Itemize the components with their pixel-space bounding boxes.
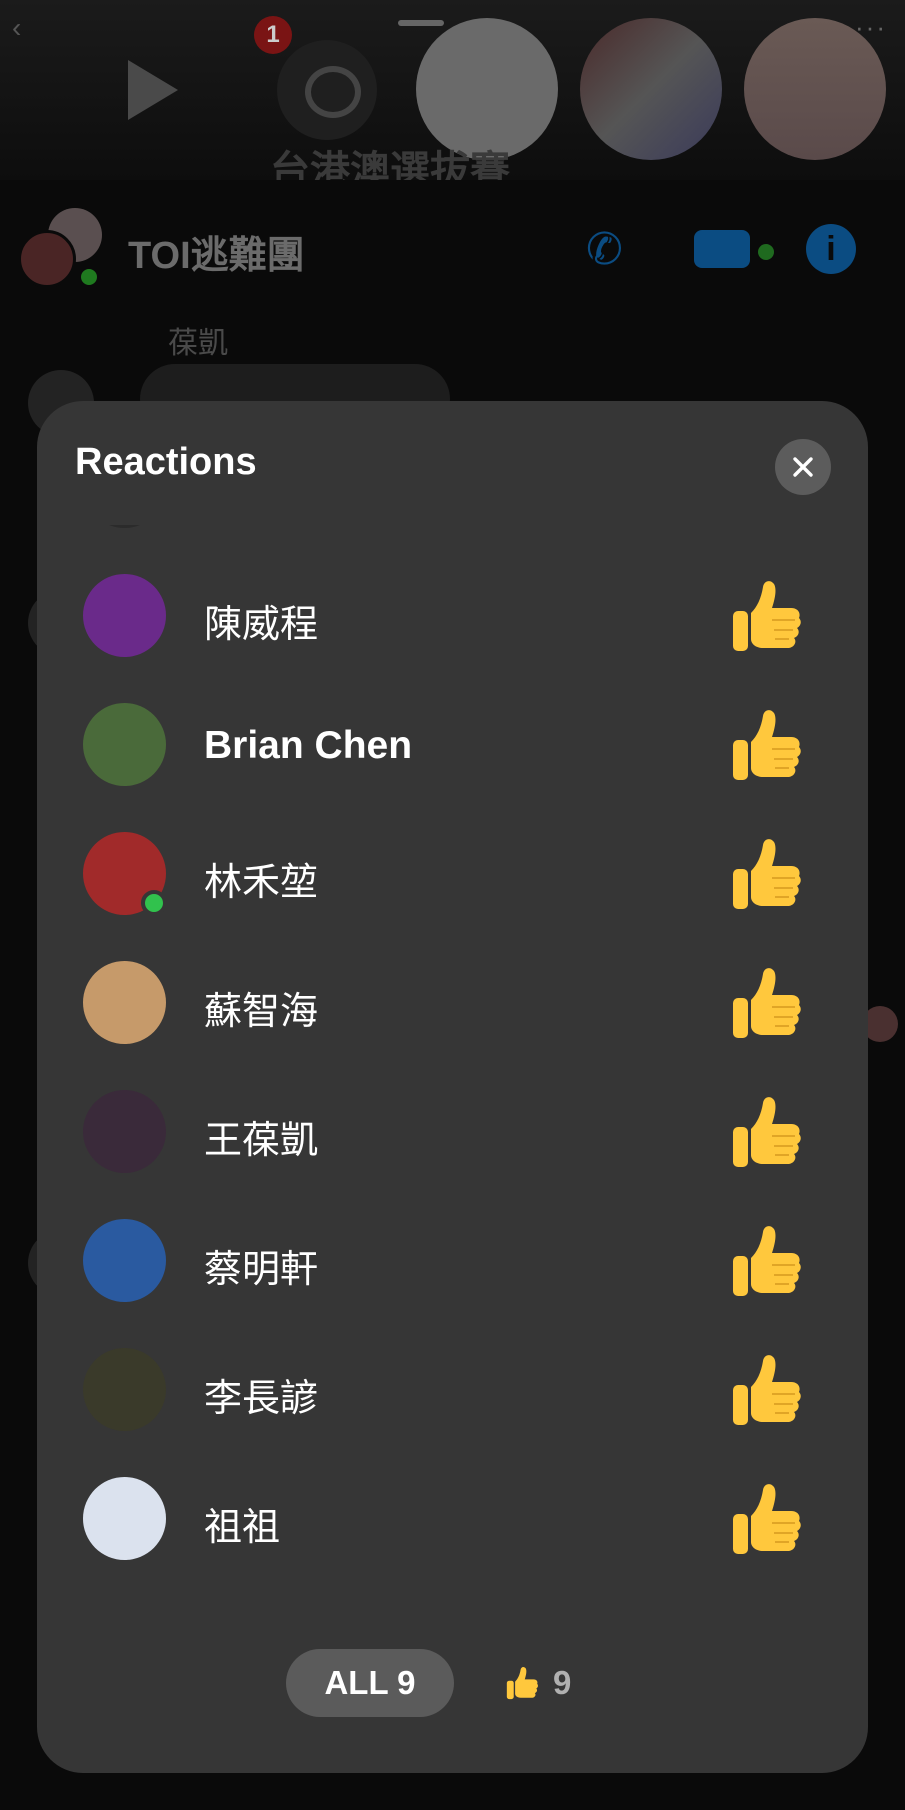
thumbs-up-icon	[733, 1097, 801, 1167]
thumbs-up-icon	[733, 710, 801, 780]
reactor-name: 祖祖	[204, 1505, 281, 1549]
back-arrow-icon: ‹	[12, 12, 22, 43]
reaction-row[interactable]: 曹宸睿	[37, 525, 868, 551]
thumbs-up-icon	[733, 839, 801, 909]
tab-all[interactable]: ALL 9	[286, 1649, 454, 1717]
close-button[interactable]	[775, 439, 831, 495]
profile-photo	[83, 1219, 166, 1302]
thumbs-up-count: 9	[553, 1664, 572, 1701]
notification-badge: 1	[254, 16, 292, 54]
messenger-icon	[277, 40, 377, 140]
tab-thumbs-up[interactable]: 9	[505, 1653, 571, 1713]
avatar[interactable]	[83, 703, 166, 786]
reaction-row[interactable]: 林禾堃	[37, 809, 868, 938]
chat-title: TOI逃難團	[128, 235, 305, 277]
avatar[interactable]	[83, 1348, 166, 1431]
avatar[interactable]	[83, 832, 167, 916]
reaction-row[interactable]: 王葆凱	[37, 1067, 868, 1196]
reaction-row[interactable]: 蔡明軒	[37, 1196, 868, 1325]
reaction-row[interactable]: 李長諺	[37, 1325, 868, 1454]
reactor-name: 王葆凱	[204, 1118, 319, 1162]
reactions-sheet: Reactions 曹宸睿 陳威程	[37, 401, 868, 1773]
profile-photo	[83, 703, 166, 786]
profile-photo	[83, 525, 166, 528]
avatar[interactable]	[83, 1090, 166, 1173]
profile-photo	[83, 1477, 166, 1560]
online-indicator	[141, 890, 167, 916]
reaction-row[interactable]: 祖祖	[37, 1454, 868, 1583]
avatar[interactable]	[83, 1477, 166, 1560]
reactions-list[interactable]: 曹宸睿 陳威程 Brian Chen	[37, 525, 868, 1623]
thumbs-up-icon	[733, 581, 801, 651]
close-icon	[793, 457, 813, 477]
reactor-name: 蔡明軒	[204, 1247, 319, 1291]
reactor-name: Brian Chen	[204, 724, 413, 767]
phone-icon: ✆	[586, 225, 623, 274]
online-indicator	[78, 266, 100, 288]
message-sender: 葆凱	[168, 327, 228, 360]
thumbs-up-icon	[729, 525, 803, 526]
background-stories-bar: ‹ 1 ··· 台港澳選拔賽	[0, 0, 905, 180]
thumbs-up-icon	[733, 1226, 801, 1296]
avatar[interactable]	[83, 961, 166, 1044]
reaction-row[interactable]: Brian Chen	[37, 680, 868, 809]
chat-header: TOI逃難團 ✆ i	[0, 190, 905, 310]
reactor-name: 陳威程	[204, 602, 319, 646]
avatar[interactable]	[83, 1219, 166, 1302]
reactor-name: 蘇智海	[204, 989, 319, 1033]
info-icon: i	[806, 224, 856, 274]
thumbs-up-icon	[733, 1484, 801, 1554]
drag-handle	[398, 20, 444, 26]
reactor-name: 李長諺	[204, 1376, 319, 1420]
active-dot	[758, 244, 774, 260]
profile-photo	[83, 1348, 166, 1431]
thumbs-up-icon	[733, 1355, 801, 1425]
play-icon	[128, 60, 178, 120]
avatar[interactable]	[83, 574, 166, 657]
sheet-title: Reactions	[75, 441, 257, 483]
reactor-name: 林禾堃	[204, 860, 319, 904]
reactions-tabs: ALL 9 9	[37, 1623, 868, 1773]
banner-text: 台港澳選拔賽	[270, 149, 510, 180]
group-avatar	[18, 230, 76, 288]
more-icon: ···	[855, 12, 887, 42]
video-call-icon	[694, 230, 750, 268]
thumbs-up-icon	[733, 968, 801, 1038]
profile-photo	[83, 1090, 166, 1173]
profile-photo	[83, 574, 166, 657]
thumbs-up-icon	[506, 1666, 538, 1700]
avatar[interactable]	[83, 525, 166, 528]
profile-photo	[83, 961, 166, 1044]
reaction-row[interactable]: 蘇智海	[37, 938, 868, 1067]
reaction-row[interactable]: 陳威程	[37, 551, 868, 680]
